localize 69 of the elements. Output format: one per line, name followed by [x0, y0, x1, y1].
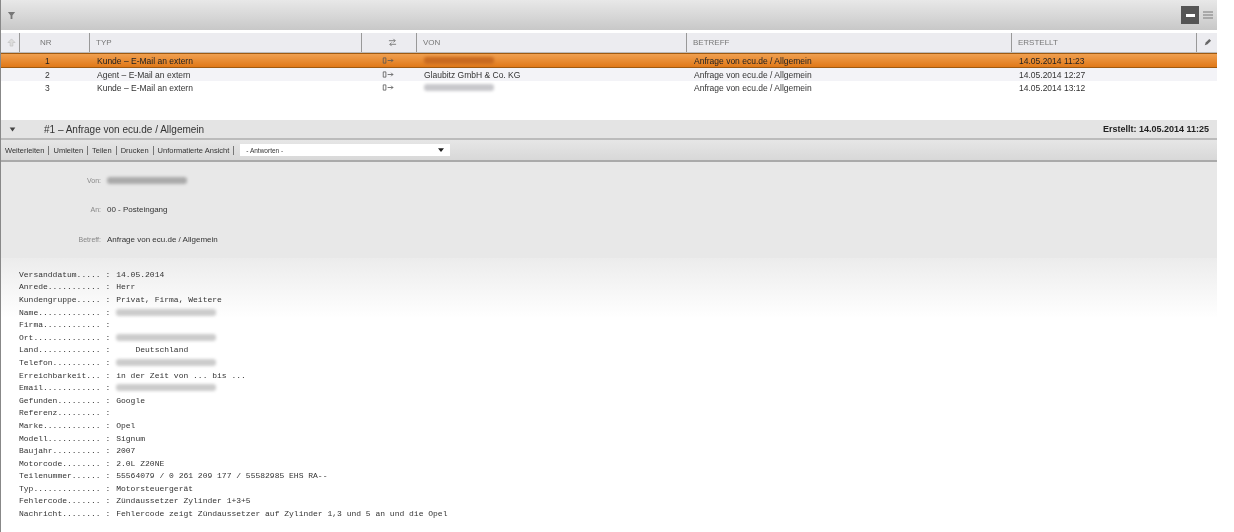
arrow-icon	[382, 71, 395, 78]
field-value: Fehlercode zeigt Zündaussetzer auf Zylinder 1,3 und 5 an und die Opel	[116, 509, 448, 519]
field-key: Gefunden......... :	[19, 395, 111, 405]
table-cell: Kunde – E-Mail an extern	[97, 55, 193, 66]
table-cell: Kunde – E-Mail an extern	[97, 82, 193, 93]
field-value: 2007	[116, 446, 136, 456]
table-row[interactable]: 3 Kunde – E-Mail an extern Anfrage von ecu.de / Allgemein 14.05.2014 13:12	[1, 81, 1217, 94]
field-value: 2.0L Z20NE	[116, 458, 165, 468]
table-cell: Anfrage von ecu.de / Allgemein	[694, 55, 812, 66]
field-key: Modell........... :	[19, 433, 111, 443]
pencil-icon[interactable]	[1203, 38, 1212, 47]
field-key: Versanddatum..... :	[19, 269, 111, 279]
field-value: Privat, Firma, Weitere	[116, 295, 222, 304]
created-date: Erstellt: 14.05.2014 11:25	[1102, 124, 1209, 134]
column-header[interactable]: ERSTELLT	[1018, 38, 1058, 47]
field-key: Ort.............. :	[19, 332, 111, 342]
menu-icon[interactable]	[1203, 10, 1213, 20]
table-row[interactable]: 2 Agent – E-Mail an extern Glaubitz GmbH & Co. KG Anfrage von ecu.de / Allgemein 14.05.2014 12:27	[1, 68, 1217, 81]
column-header[interactable]: VON	[423, 38, 441, 47]
field-value: Deutschland	[134, 345, 189, 355]
table-cell: 1	[45, 55, 50, 66]
column-header[interactable]: BETREFF	[693, 38, 730, 47]
field-key: Motorcode........ :	[19, 458, 111, 468]
table-cell: 14.05.2014 11:23	[1019, 55, 1085, 66]
field-value: Zündaussetzer Zylinder 1+3+5	[116, 496, 251, 506]
collapse-triangle-icon[interactable]	[9, 126, 16, 132]
field-key: Marke............ :	[19, 420, 111, 430]
column-header[interactable]: TYP	[96, 38, 112, 47]
field-key: Teilenummer...... :	[19, 471, 111, 481]
field-value: in der Zeit von ... bis ...	[116, 370, 246, 380]
collapse-button[interactable]	[1181, 6, 1199, 24]
table-cell: 14.05.2014 12:27	[1019, 69, 1086, 80]
field-key: Firma............ :	[19, 320, 111, 330]
detail-title: #1 – Anfrage von ecu.de / Allgemein	[44, 123, 206, 135]
table-cell: 2	[45, 69, 50, 80]
field-value: Google	[116, 395, 146, 405]
field-value: 14.05.2014	[116, 269, 165, 279]
field-value: Opel	[116, 420, 136, 430]
swap-arrows-icon[interactable]	[387, 38, 397, 47]
field-key: Nachricht........ :	[19, 509, 111, 519]
field-key: Erreichbarkeit... :	[19, 370, 111, 380]
table-cell: Anfrage von ecu.de / Allgemein	[694, 82, 812, 93]
arrow-icon	[382, 57, 395, 64]
table-cell: Agent – E-Mail an extern	[97, 69, 191, 80]
table-cell: Glaubitz GmbH & Co. KG	[424, 69, 521, 80]
table-row[interactable]: 1 Kunde – E-Mail an extern Anfrage von ecu.de / Allgemein 14.05.2014 11:23	[1, 53, 1217, 68]
field-value: Herr	[116, 282, 136, 292]
field-value: Anfrage von ecu.de / Allgemein	[107, 234, 218, 244]
field-key: Telefon.......... :	[19, 357, 111, 367]
table-cell: 14.05.2014 13:12	[1019, 82, 1086, 93]
filter-icon[interactable]	[7, 10, 16, 20]
arrow-icon	[382, 84, 395, 91]
field-key: Email............ :	[19, 383, 111, 393]
field-key: Anrede........... :	[19, 282, 111, 292]
field-key: Baujahr.......... :	[19, 446, 111, 456]
field-key: Fehlercode....... :	[19, 496, 111, 506]
field-value: 00 - Posteingang	[107, 204, 168, 214]
field-key: Referenz......... :	[19, 408, 111, 418]
field-key: Name............. :	[19, 307, 111, 317]
caret-icon	[438, 148, 445, 152]
field-value: Motorsteuergerät	[116, 483, 194, 493]
field-key: Typ.............. :	[19, 483, 111, 493]
field-key: Kundengruppe..... :	[19, 295, 111, 304]
table-cell: Anfrage von ecu.de / Allgemein	[694, 69, 812, 80]
table-cell: 3	[45, 82, 50, 93]
column-header[interactable]: NR	[40, 38, 52, 47]
field-key: Land............. :	[19, 345, 111, 355]
field-value: Signum	[116, 433, 146, 443]
field-value: 55564079 / 0 261 209 177 / 55582985 EHS RA--	[116, 471, 328, 481]
